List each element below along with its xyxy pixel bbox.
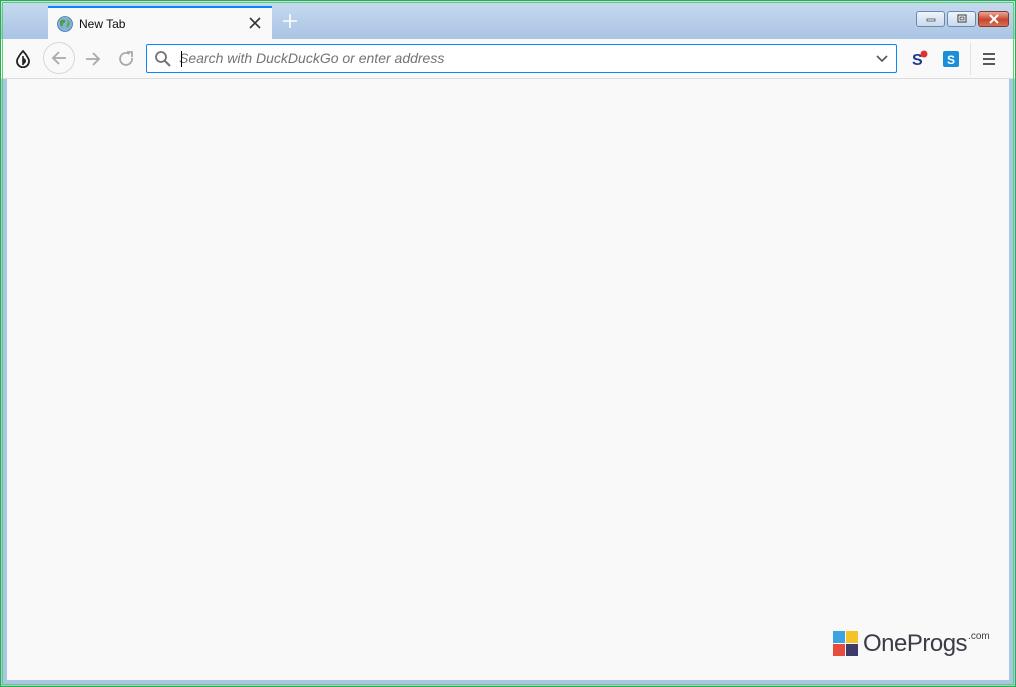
text-cursor <box>181 51 182 67</box>
oneprogs-logo-icon <box>833 631 858 656</box>
tab-title: New Tab <box>79 17 126 31</box>
privacy-shield-icon[interactable] <box>14 50 32 68</box>
extension-s-blue-icon[interactable]: S <box>941 49 961 69</box>
close-window-button[interactable] <box>978 11 1009 27</box>
browser-window: New Tab Search with DuckDuckGo or enter … <box>0 0 1016 687</box>
globe-icon <box>57 16 73 32</box>
restore-button[interactable] <box>947 11 976 27</box>
url-input[interactable] <box>179 48 859 68</box>
back-button[interactable] <box>43 42 75 74</box>
reload-button[interactable] <box>116 49 136 69</box>
new-tab-plus-icon[interactable] <box>280 11 300 31</box>
arrow-left-icon <box>50 49 68 67</box>
forward-button[interactable] <box>83 49 103 69</box>
hamburger-menu-icon[interactable] <box>979 49 999 69</box>
address-bar[interactable] <box>146 44 897 73</box>
chevron-down-icon[interactable] <box>874 51 890 67</box>
page-content[interactable]: OneProgs .com <box>7 79 1009 680</box>
watermark-suffix: .com <box>968 631 990 642</box>
title-bar: New Tab <box>1 1 1015 39</box>
svg-text:S: S <box>947 53 955 67</box>
toolbar-separator <box>970 43 971 75</box>
window-controls <box>916 11 1009 27</box>
tab-new-tab[interactable]: New Tab <box>48 6 272 39</box>
minimize-button[interactable] <box>916 11 945 27</box>
tab-close-icon[interactable] <box>246 14 264 32</box>
navigation-toolbar: S S <box>1 39 1015 79</box>
search-icon <box>154 50 172 68</box>
watermark-name: OneProgs <box>863 630 968 657</box>
oneprogs-watermark: OneProgs .com <box>833 631 990 657</box>
extension-s-red-icon[interactable]: S <box>909 49 929 69</box>
